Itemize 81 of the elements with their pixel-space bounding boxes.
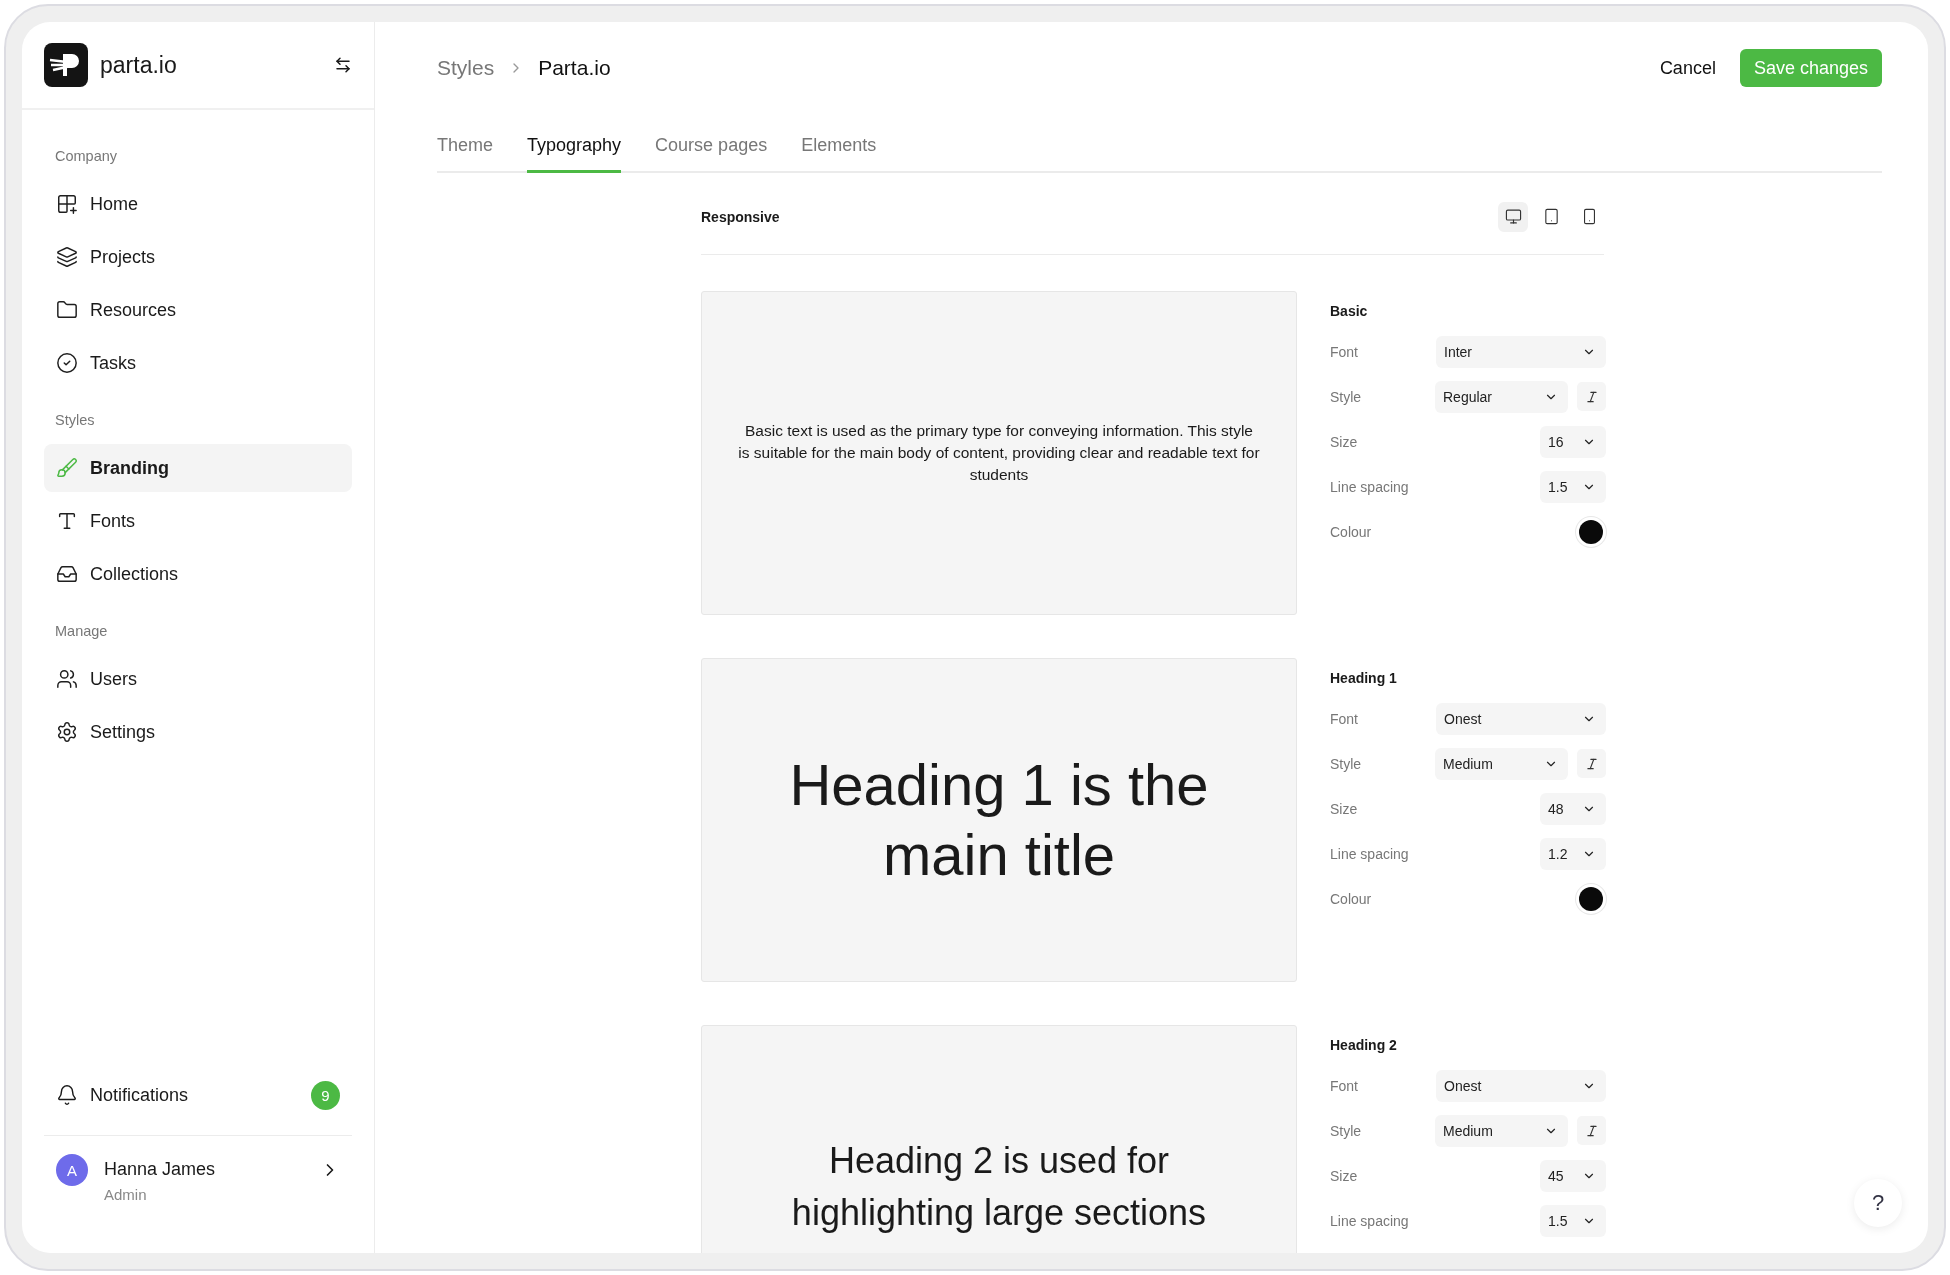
italic-button[interactable] — [1577, 382, 1606, 411]
font-select[interactable]: Inter — [1436, 335, 1606, 368]
responsive-label: Responsive — [701, 208, 780, 225]
layers-icon — [56, 246, 78, 268]
notifications-label[interactable]: Notifications — [90, 1084, 189, 1106]
style-select[interactable]: Regular — [1435, 380, 1568, 413]
device-button[interactable] — [1498, 201, 1528, 232]
nav-item[interactable]: Collections — [44, 550, 352, 598]
setting-label: Style — [1330, 1122, 1363, 1139]
setting-label: Font — [1330, 1077, 1359, 1094]
colour-swatch[interactable] — [1579, 519, 1603, 544]
bell-icon[interactable] — [56, 1084, 78, 1106]
font-select[interactable]: Onest — [1436, 702, 1606, 735]
value-select[interactable]: 16 — [1540, 425, 1606, 458]
preview-text: Heading 1 is the main title — [788, 751, 1210, 889]
setting-label: Font — [1330, 343, 1359, 360]
setting-label: Line spacing — [1330, 478, 1410, 495]
users-icon — [56, 668, 78, 690]
tablet-icon — [1542, 208, 1560, 225]
font-select[interactable]: Onest — [1436, 1069, 1606, 1102]
preview-text: Basic text is used as the primary type for conveying information. This style is suitable for the main body of content, providing clear and readable text for students — [738, 421, 1260, 485]
setting-label: Size — [1330, 1167, 1359, 1184]
settings-icon — [56, 721, 78, 743]
breadcrumb-item: Parta.io — [538, 56, 611, 80]
type-icon — [56, 510, 78, 532]
preview-text: Heading 2 is used for highlighting large sections — [790, 1138, 1208, 1235]
nav-item[interactable]: Settings — [44, 708, 352, 756]
swap-icon[interactable] — [334, 56, 352, 74]
cancel-button[interactable]: Cancel — [1659, 51, 1716, 85]
style-select[interactable]: Medium — [1435, 747, 1568, 780]
setting-label: Colour — [1330, 890, 1373, 907]
check-circle-icon — [56, 352, 78, 374]
brand-name: parta.io — [100, 51, 178, 79]
nav-item[interactable]: Users — [44, 655, 352, 703]
style-select[interactable]: Medium — [1435, 1114, 1568, 1147]
notification-count: 9 — [311, 1080, 340, 1110]
setting-label: Size — [1330, 433, 1359, 450]
value-select[interactable]: 48 — [1540, 792, 1606, 825]
tab[interactable]: Elements — [801, 135, 877, 173]
value-select[interactable]: 1.2 — [1540, 837, 1606, 870]
user-name: Hanna James — [104, 1159, 217, 1180]
setting-label: Colour — [1330, 523, 1373, 540]
style-title: Basic — [1330, 302, 1369, 321]
breadcrumb-item[interactable]: Styles — [437, 56, 495, 80]
tab[interactable]: Theme — [437, 135, 494, 173]
nav-section-label: Company — [54, 147, 119, 166]
user-avatar: A — [56, 1154, 88, 1186]
setting-label: Font — [1330, 710, 1359, 727]
setting-label: Style — [1330, 388, 1363, 405]
nav-item[interactable]: Home — [44, 180, 352, 228]
style-title: Heading 2 — [1330, 1036, 1398, 1055]
nav-section-label: Manage — [54, 622, 109, 641]
setting-label: Style — [1330, 755, 1363, 772]
italic-icon — [1584, 756, 1599, 771]
help-button[interactable]: ? — [1854, 1179, 1902, 1227]
nav-item[interactable]: Resources — [44, 286, 352, 334]
tray-icon — [56, 563, 78, 585]
italic-icon — [1584, 389, 1599, 404]
italic-icon — [1584, 1123, 1599, 1138]
value-select[interactable]: 45 — [1540, 1159, 1606, 1192]
grid-plus-icon — [56, 193, 78, 215]
nav-item[interactable]: Fonts — [44, 497, 352, 545]
colour-swatch[interactable] — [1579, 886, 1603, 911]
tab[interactable]: Course pages — [655, 135, 768, 173]
nav-item[interactable]: Tasks — [44, 339, 352, 387]
nav-item[interactable]: Projects — [44, 233, 352, 281]
setting-label: Size — [1330, 800, 1359, 817]
nav-section-label: Styles — [54, 411, 96, 430]
italic-button[interactable] — [1577, 749, 1606, 778]
user-role: Admin — [104, 1186, 148, 1203]
setting-label: Line spacing — [1330, 1212, 1410, 1229]
nav-item[interactable]: Branding — [44, 444, 352, 492]
setting-label: Line spacing — [1330, 845, 1410, 862]
value-select[interactable]: 1.5 — [1540, 1204, 1606, 1237]
italic-button[interactable] — [1577, 1116, 1606, 1145]
value-select[interactable]: 1.5 — [1540, 470, 1606, 503]
brush-icon — [56, 457, 78, 479]
monitor-icon — [1504, 208, 1522, 225]
tab[interactable]: Typography — [527, 135, 622, 173]
style-title: Heading 1 — [1330, 669, 1398, 688]
folder-icon — [56, 299, 78, 321]
